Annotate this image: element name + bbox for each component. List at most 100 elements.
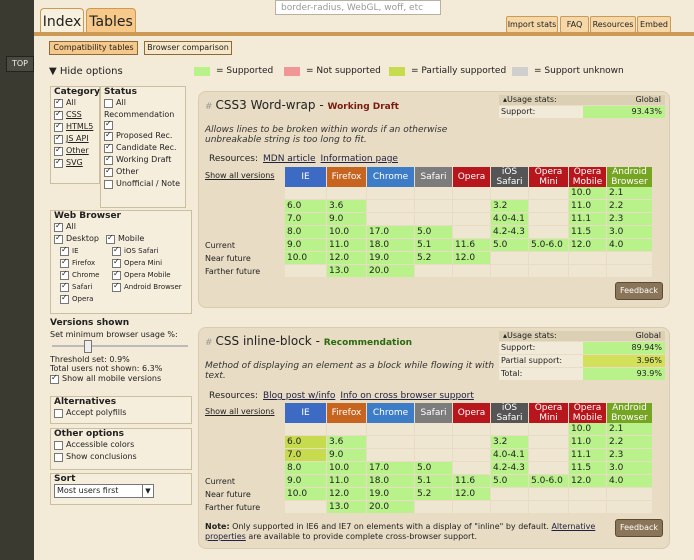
checkbox[interactable]	[54, 408, 63, 418]
min-usage-slider[interactable]	[50, 339, 190, 353]
version-cell	[453, 462, 491, 475]
browser-comparison-button[interactable]: Browser comparison	[144, 41, 232, 55]
show-all-versions-link[interactable]: Show all versions	[205, 407, 275, 416]
hash-icon[interactable]: #	[205, 102, 213, 112]
accept-polyfills-checkbox[interactable]: Accept polyfills	[54, 407, 188, 419]
checkbox[interactable]	[104, 141, 113, 153]
usage-row: Total: 93.9%	[499, 368, 665, 380]
browser-all-checkbox[interactable]: All	[54, 220, 188, 233]
resource-link-1[interactable]: Information page	[321, 154, 398, 164]
status-checkbox-3[interactable]: Candidate Rec.	[104, 141, 182, 154]
checkbox[interactable]	[54, 120, 63, 132]
feedback-button[interactable]: Feedback	[615, 519, 663, 537]
feature-note: Note: Only supported in IE6 and IE7 on e…	[205, 522, 609, 542]
version-cell	[415, 423, 453, 436]
tab-index[interactable]: Index	[40, 8, 84, 33]
checkbox[interactable]	[104, 153, 113, 165]
usage-row-value: 93.43%	[583, 106, 665, 118]
top-button[interactable]: TOP	[6, 56, 34, 72]
row-label-current: Current	[205, 241, 236, 250]
search-input[interactable]: border-radius, WebGL, woff, etc	[275, 0, 441, 15]
sort-select[interactable]: Most users first ▼	[54, 484, 154, 498]
usage-header: ▴Usage stats: Global	[499, 331, 665, 341]
resources-button[interactable]: Resources	[590, 16, 636, 33]
version-cell	[529, 226, 569, 239]
checkbox-label: Android Browser	[124, 283, 182, 291]
status-checkbox-1[interactable]	[104, 118, 182, 130]
version-row: 9.0 11.0 18.0 5.1 11.6 5.0 5.0-6.0 12.0 4.0	[285, 239, 653, 252]
compatibility-tables-button[interactable]: Compatibility tables	[49, 41, 138, 55]
checkbox[interactable]	[112, 268, 121, 280]
embed-button[interactable]: Embed	[637, 16, 671, 33]
show-all-versions-link[interactable]: Show all versions	[205, 171, 275, 180]
checkbox[interactable]	[112, 256, 121, 268]
usage-stats: ▴Usage stats: Global Support: 89.94% Partial…	[499, 331, 665, 380]
status-checkbox-0[interactable]: All	[104, 97, 182, 109]
mobile-browser-checkbox-1[interactable]: Opera Mini	[112, 256, 182, 269]
browser-header-7: Opera Mobile	[569, 403, 607, 423]
checkbox[interactable]	[112, 280, 121, 292]
checkbox[interactable]	[54, 96, 63, 108]
status-checkbox-5[interactable]: Other	[104, 165, 182, 178]
checkbox[interactable]	[60, 268, 69, 280]
checkbox[interactable]	[54, 452, 63, 462]
faq-button[interactable]: FAQ	[560, 16, 589, 33]
show-conclusions-checkbox[interactable]: Show conclusions	[54, 451, 188, 463]
checkbox[interactable]	[54, 156, 63, 168]
chevron-down-icon[interactable]: ▼	[142, 485, 153, 497]
legend-unknown: = Support unknown	[512, 66, 624, 76]
hash-icon[interactable]: #	[205, 338, 213, 348]
checkbox[interactable]	[50, 372, 59, 384]
version-cell	[285, 501, 327, 514]
feedback-button[interactable]: Feedback	[615, 282, 663, 300]
checkbox[interactable]	[54, 440, 63, 450]
import-stats-button[interactable]: Import stats	[506, 16, 558, 33]
legend-swatch	[284, 66, 300, 76]
checkbox[interactable]	[60, 292, 69, 304]
resource-link-0[interactable]: MDN article	[263, 154, 316, 164]
resource-link-1[interactable]: Info on cross browser support	[340, 391, 474, 401]
checkbox[interactable]	[54, 220, 63, 232]
checkbox-label: Working Draft	[116, 155, 172, 164]
status-checkbox-4[interactable]: Working Draft	[104, 153, 182, 166]
mobile-browser-checkbox-3[interactable]: Android Browser	[112, 280, 182, 293]
show-mobile-checkbox[interactable]: Show all mobile versions	[50, 372, 190, 385]
checkbox[interactable]	[54, 108, 63, 120]
version-cell: 4.2-4.3	[491, 462, 529, 475]
checkbox[interactable]	[104, 179, 113, 189]
category-checkbox-5[interactable]: SVG	[54, 156, 96, 169]
desktop-browser-checkbox-4[interactable]: Opera	[60, 292, 106, 305]
usage-stats-label: ▴Usage stats:	[503, 95, 557, 105]
version-cell: 5.2	[415, 252, 453, 265]
status-checkbox-6[interactable]: Unofficial / Note	[104, 178, 182, 190]
status-checkbox-2[interactable]: Proposed Rec.	[104, 129, 182, 142]
checkbox[interactable]	[60, 244, 69, 256]
checkbox[interactable]	[106, 232, 115, 244]
slider-handle[interactable]	[84, 340, 92, 353]
checkbox[interactable]	[104, 165, 113, 177]
checkbox[interactable]	[104, 98, 113, 108]
mobile-browser-checkbox-2[interactable]: Opera Mobile	[112, 268, 182, 281]
status-list: All Recommendation Proposed Rec. Candidate …	[101, 97, 185, 190]
checkbox[interactable]	[60, 256, 69, 268]
checkbox-label: Opera	[72, 295, 94, 303]
resource-link-0[interactable]: Blog post w/info	[263, 391, 335, 401]
checkbox-label: Firefox	[72, 259, 96, 267]
version-cell: 9.0	[285, 239, 327, 252]
checkbox[interactable]	[60, 280, 69, 292]
hide-options-toggle[interactable]: ▼ Hide options	[49, 66, 123, 77]
checkbox[interactable]	[54, 132, 63, 144]
version-cell: 3.2	[491, 200, 529, 213]
other-options-box: Other options Accessible colors Show con…	[50, 428, 192, 470]
other-options-title: Other options	[54, 429, 124, 439]
checkbox[interactable]	[54, 144, 63, 156]
global-label: Global	[635, 331, 661, 340]
tab-tables[interactable]: Tables	[86, 8, 136, 33]
checkbox[interactable]	[112, 244, 121, 256]
checkbox[interactable]	[54, 232, 63, 244]
alternatives-box: Alternatives Accept polyfills	[50, 396, 192, 424]
checkbox[interactable]	[104, 129, 113, 141]
accessible-colors-checkbox[interactable]: Accessible colors	[54, 439, 188, 451]
mobile-browser-list: iOS Safari Opera Mini Opera Mobile Android …	[106, 244, 182, 293]
mobile-browser-checkbox-0[interactable]: iOS Safari	[112, 244, 182, 257]
